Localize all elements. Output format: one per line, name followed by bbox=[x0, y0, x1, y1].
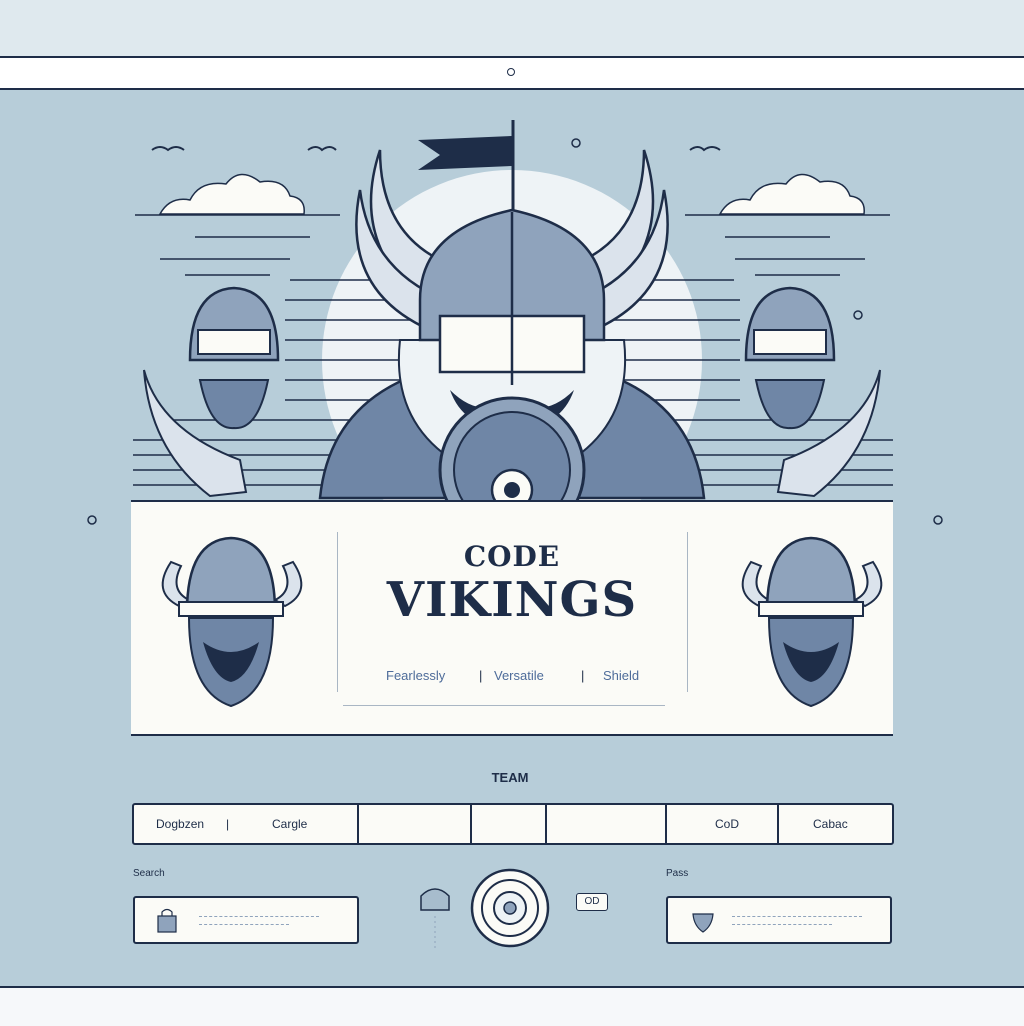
tag-1: Fearlessly bbox=[386, 668, 446, 683]
side-viking-left bbox=[143, 286, 280, 498]
tab-cabac[interactable]: Cabac bbox=[779, 805, 892, 843]
tag-3: Shield bbox=[603, 668, 640, 683]
left-field-label: Search bbox=[133, 868, 165, 879]
title-banner: CODE VIKINGS Fearlessly | Versatile | Sh… bbox=[131, 500, 893, 736]
target-button-icon bbox=[470, 868, 550, 948]
lock-icon bbox=[157, 908, 177, 933]
tab-label: Dogbzen bbox=[156, 817, 205, 831]
tab-label: CoD bbox=[715, 817, 740, 831]
tab-cod[interactable]: CoD bbox=[667, 805, 779, 843]
tab-empty-3[interactable] bbox=[547, 805, 667, 843]
tab-label: Cabac bbox=[813, 817, 848, 831]
pass-field[interactable] bbox=[666, 896, 892, 944]
tab-empty-2[interactable] bbox=[472, 805, 547, 843]
shield-small-icon bbox=[692, 913, 714, 933]
bottom-bar bbox=[0, 986, 1024, 1026]
badge[interactable]: OD bbox=[576, 893, 608, 911]
right-field-label: Pass bbox=[666, 868, 689, 879]
tab-empty-1[interactable] bbox=[359, 805, 472, 843]
search-field[interactable] bbox=[133, 896, 359, 944]
lock-small-icon bbox=[420, 888, 450, 950]
page-title: VIKINGS bbox=[386, 572, 638, 628]
target-button[interactable] bbox=[470, 868, 550, 948]
tab-bar: Dogbzen | Cargle CoD Cabac bbox=[132, 803, 894, 845]
tab-dogbzen[interactable]: Dogbzen | Cargle bbox=[134, 805, 359, 843]
tab-label-secondary: Cargle bbox=[272, 817, 308, 831]
team-label: TEAM bbox=[491, 770, 529, 785]
tag-separator: | bbox=[581, 668, 585, 683]
tag-2: Versatile bbox=[494, 668, 544, 683]
title-top: CODE bbox=[463, 540, 561, 573]
tagline-underline bbox=[343, 705, 665, 706]
tag-separator: | bbox=[479, 668, 483, 683]
badge-label: OD bbox=[584, 896, 600, 907]
